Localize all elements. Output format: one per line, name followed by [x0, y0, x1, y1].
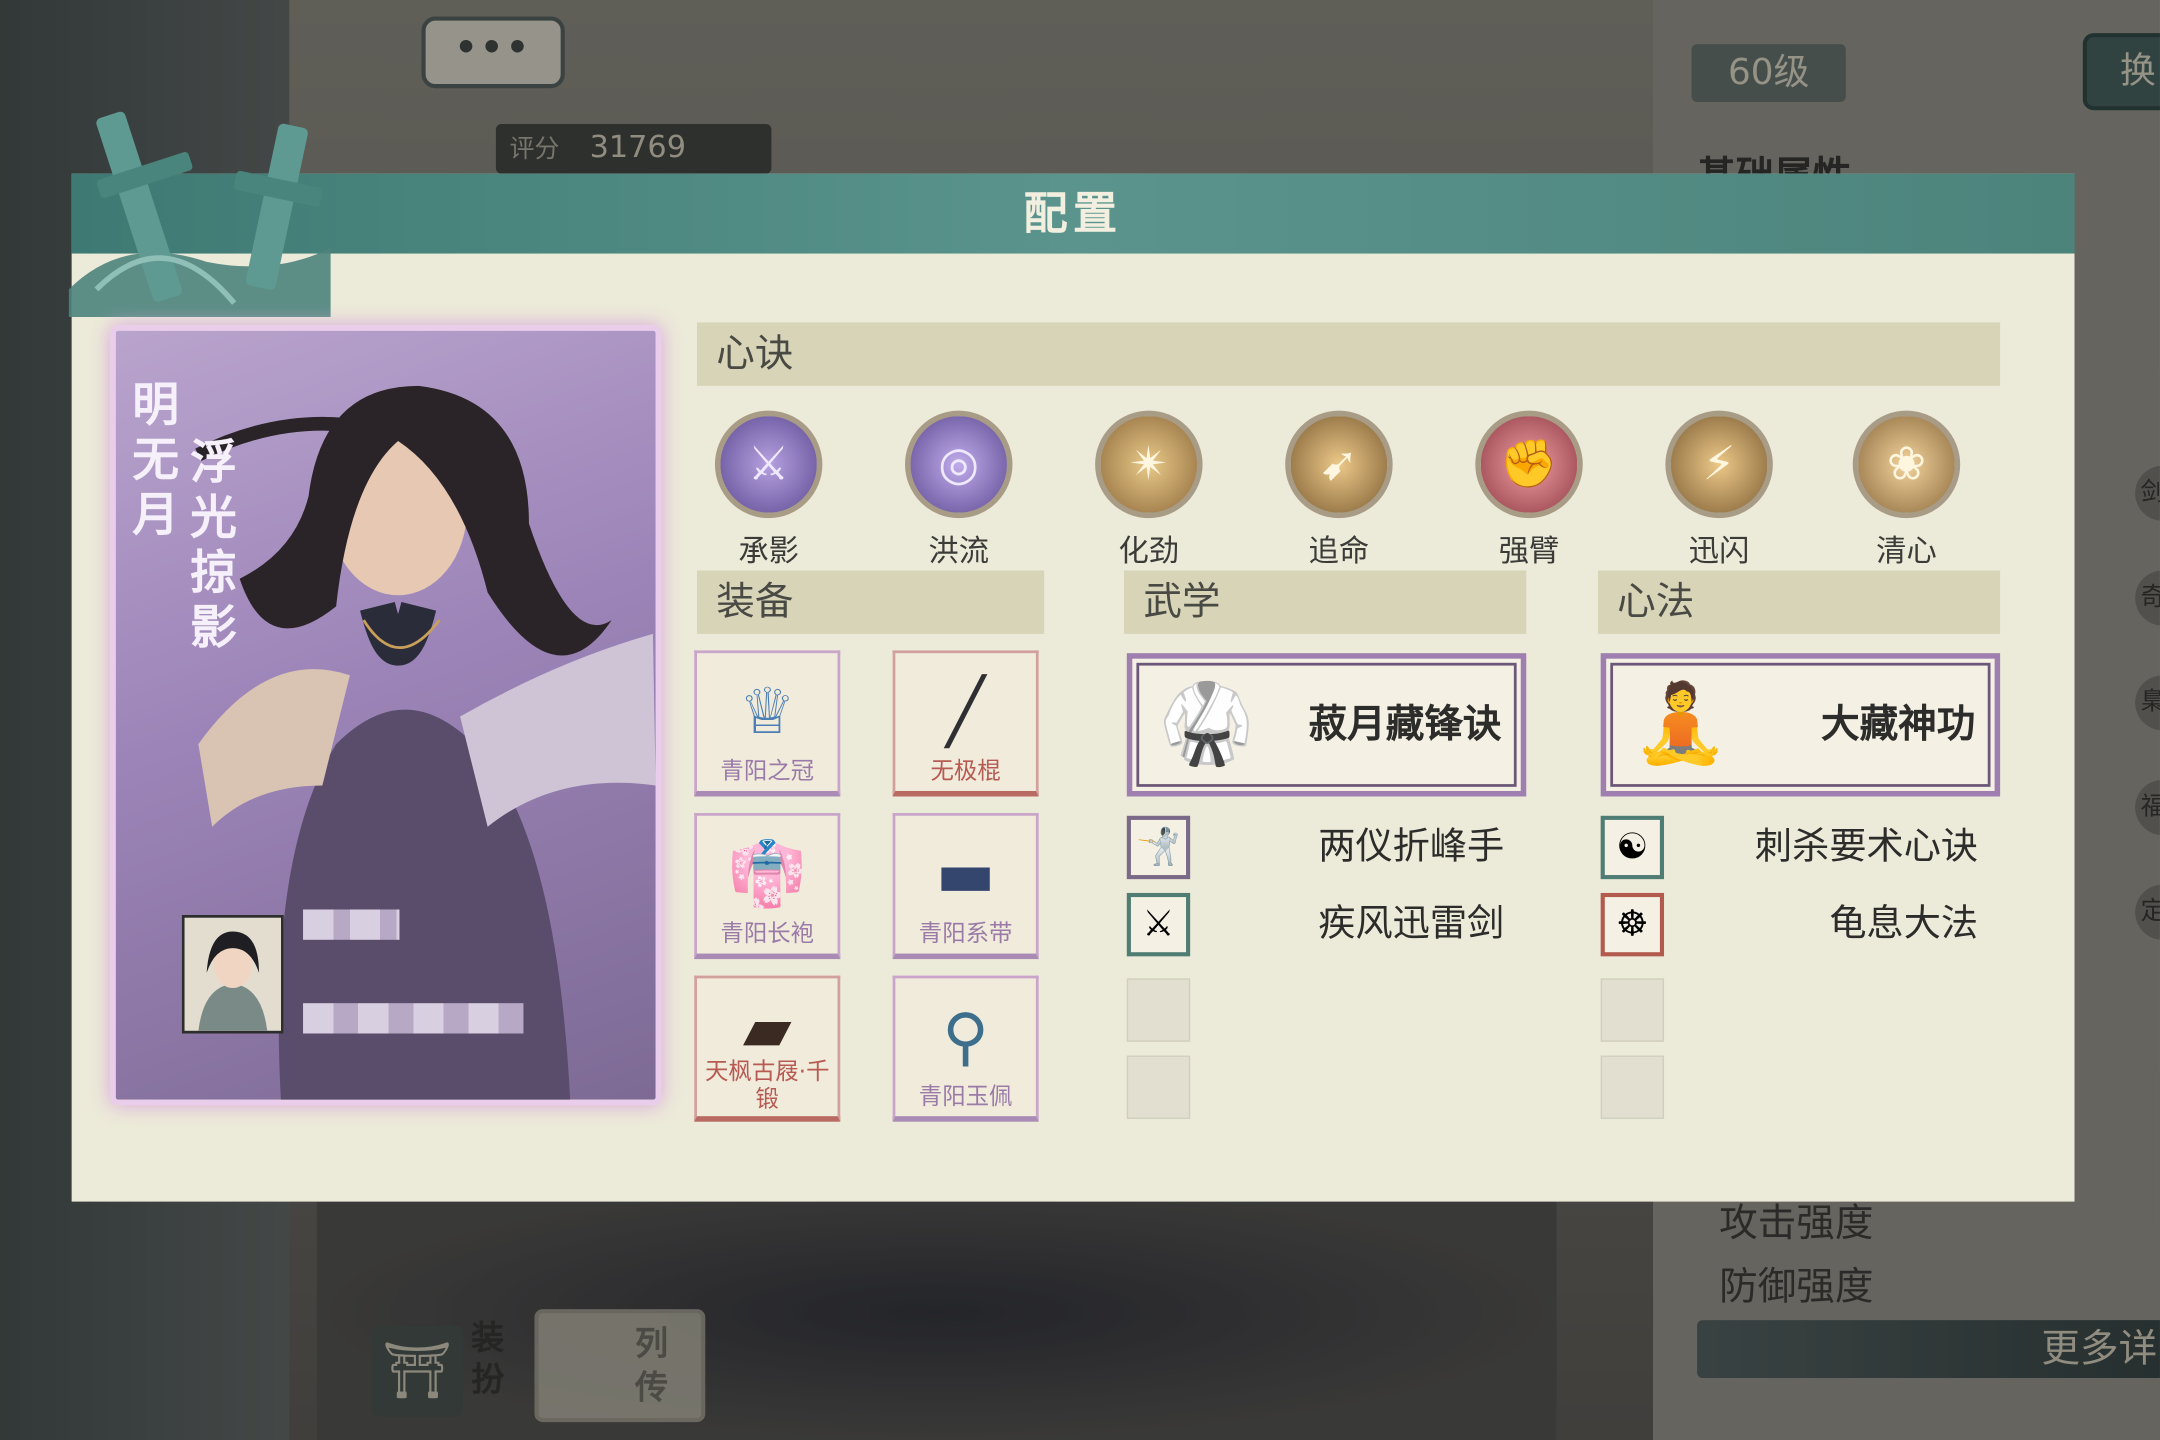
panel-title: 配置: [1023, 187, 1123, 240]
avatar-portrait-icon: [184, 917, 282, 1031]
martial-empty-slot-2[interactable]: [1126, 1055, 1191, 1119]
martial-stance-icon: 🤺: [1126, 815, 1191, 880]
martial-pose-icon: 🥋: [1158, 679, 1255, 769]
skill-label: 迅闪: [1688, 534, 1750, 570]
robe-icon: 👘: [727, 836, 807, 911]
xinfa-sub-label-2: 龟息大法: [1829, 902, 1979, 946]
sword-dance-icon: ⚔: [1126, 892, 1191, 957]
character-card[interactable]: 明无月 浮光掠影: [110, 325, 662, 1106]
player-name-redacted: [303, 909, 400, 940]
section-martial: 武学: [1124, 570, 1527, 634]
skill-qiangbi[interactable]: ✊ 强臂: [1468, 410, 1589, 571]
equip-slot-crown[interactable]: ♕ 青阳之冠: [694, 650, 841, 797]
skill-chengying[interactable]: ⚔ 承影: [708, 410, 829, 571]
martial-sub-label-1: 两仪折峰手: [1318, 825, 1505, 869]
skill-xunshan[interactable]: ⚡ 迅闪: [1659, 410, 1780, 571]
gold-strike-icon: ✴: [1095, 410, 1203, 519]
equip-label: 青阳玉佩: [918, 1083, 1013, 1111]
equip-slot-pendant[interactable]: ⚲ 青阳玉佩: [892, 975, 1039, 1122]
belt-icon: ▬: [935, 836, 996, 911]
config-panel-header: 配置: [71, 173, 2075, 254]
purple-swirl-icon: ◎: [905, 410, 1013, 519]
martial-sub-skill-2[interactable]: ⚔ 疾风迅雷剑: [1126, 892, 1526, 959]
skill-qingxin[interactable]: ❀ 清心: [1846, 410, 1967, 571]
section-xinfa: 心法: [1597, 570, 2001, 634]
section-equipment: 装备: [697, 570, 1045, 634]
skill-label: 清心: [1876, 534, 1937, 570]
character-title: 浮光掠影: [190, 435, 237, 656]
meditation-icon: 🧘: [1632, 679, 1729, 769]
xinfa-empty-slot-1[interactable]: [1600, 978, 1665, 1042]
gold-lotus-icon: ❀: [1852, 410, 1961, 519]
red-fist-icon: ✊: [1475, 410, 1583, 519]
crown-icon: ♕: [738, 673, 796, 749]
player-id-redacted: [303, 1003, 524, 1034]
martial-sub-label-2: 疾风迅雷剑: [1318, 902, 1505, 946]
sword-ornament-icon: [68, 111, 331, 317]
equip-label: 青阳之冠: [720, 757, 815, 786]
xinfa-sub-label-1: 刺杀要术心诀: [1754, 825, 1979, 869]
skill-label: 洪流: [928, 534, 990, 570]
skill-zhuiming[interactable]: ➹ 追命: [1278, 410, 1399, 571]
assassin-icon: ☯: [1600, 815, 1665, 880]
skill-label: 追命: [1308, 534, 1370, 570]
xinfa-sub-skill-2[interactable]: ☸ 龟息大法: [1600, 892, 2000, 959]
skill-label: 化劲: [1118, 534, 1180, 570]
martial-main-skill[interactable]: 🥋 菽月藏锋诀: [1126, 653, 1527, 797]
martial-main-label: 菽月藏锋诀: [1308, 701, 1502, 747]
gold-flash-icon: ⚡: [1665, 410, 1773, 519]
gold-dash-icon: ➹: [1285, 410, 1393, 519]
purple-blades-icon: ⚔: [714, 410, 823, 519]
xinfa-empty-slot-2[interactable]: [1600, 1055, 1665, 1119]
skill-label: 承影: [738, 534, 799, 570]
xinfa-main-label: 大藏神功: [1821, 701, 1976, 747]
xinfa-sub-skill-1[interactable]: ☯ 刺杀要术心诀: [1600, 815, 2000, 882]
martial-empty-slot-1[interactable]: [1126, 978, 1191, 1042]
equip-slot-clogs[interactable]: ▰ 天枫古屐·千锻: [694, 975, 841, 1122]
equip-slot-belt[interactable]: ▬ 青阳系带: [892, 813, 1039, 960]
equip-slot-staff[interactable]: ╱ 无极棍: [892, 650, 1039, 797]
equip-label: 天枫古屐·千锻: [705, 1058, 830, 1114]
jade-pendant-icon: ⚲: [942, 999, 989, 1074]
xinfa-main-skill[interactable]: 🧘 大藏神功: [1600, 653, 2001, 797]
section-xinjue: 心诀: [697, 322, 2001, 386]
equip-label: 青阳系带: [918, 920, 1013, 949]
martial-sub-skill-1[interactable]: 🤺 两仪折峰手: [1126, 815, 1526, 882]
character-name: 明无月: [132, 377, 180, 543]
game-screen: ••• 评分31769 60级 换 基础属性 剑 奇 梟 福 定 攻击强度 防御…: [0, 0, 2160, 1440]
turtle-breath-icon: ☸: [1600, 892, 1665, 957]
staff-icon: ╱: [946, 673, 985, 749]
equip-label: 无极棍: [930, 757, 1001, 786]
player-avatar[interactable]: [181, 914, 284, 1034]
equip-label: 青阳长袍: [720, 920, 815, 949]
skill-label: 强臂: [1498, 534, 1560, 570]
equip-slot-robe[interactable]: 👘 青阳长袍: [694, 813, 841, 960]
skill-hongliu[interactable]: ◎ 洪流: [898, 410, 1019, 571]
skill-huajin[interactable]: ✴ 化劲: [1088, 410, 1209, 571]
